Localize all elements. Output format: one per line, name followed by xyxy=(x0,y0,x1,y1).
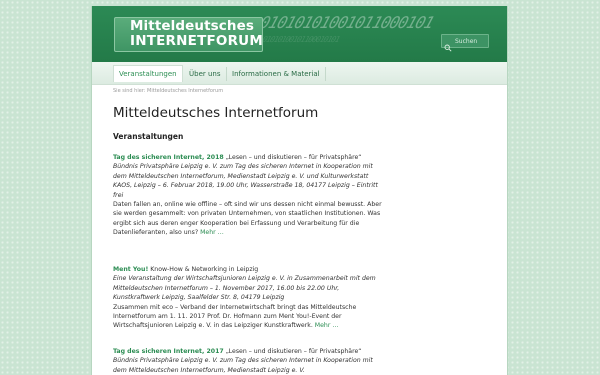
nav-item-informationen[interactable]: Informationen & Material xyxy=(227,67,326,81)
nav-item-ueber-uns[interactable]: Über uns xyxy=(184,67,227,81)
page: 01010101001011000101 0101010100101100010… xyxy=(91,6,508,375)
search-input[interactable]: Suchen xyxy=(441,34,489,52)
main-nav: Veranstaltungen Über uns Informationen &… xyxy=(92,62,507,85)
section-title: Veranstaltungen xyxy=(113,132,184,141)
search-icon xyxy=(444,37,452,52)
post-subtitle: Know-How & Networking in Leipzig xyxy=(148,266,259,273)
read-more-link[interactable]: Mehr … xyxy=(200,229,224,236)
post-meta: Bündnis Privatsphäre Leipzig e. V. zum T… xyxy=(113,357,373,374)
binary-text: 01010101001011000101 xyxy=(257,13,437,32)
post-subtitle: „Lesen – und diskutieren – für Privatsph… xyxy=(223,154,362,161)
post-item: Tag des sicheren Internet, 2018 „Lesen –… xyxy=(113,153,385,238)
logo-line-2: INTERNETFORUM xyxy=(130,33,263,49)
page-title: Mitteldeutsches Internetforum xyxy=(113,105,319,121)
post-item: Tag des sicheren Internet, 2017 „Lesen –… xyxy=(113,347,385,375)
post-meta: Bündnis Privatsphäre Leipzig e. V. zum T… xyxy=(113,163,378,199)
binary-fade: 0101010100101100010101 xyxy=(253,35,341,44)
post-title-link[interactable]: Tag des sicheren Internet, 2018 xyxy=(113,154,224,161)
post-body: Daten fallen an, online wie offline – of… xyxy=(113,201,382,237)
search-placeholder: Suchen xyxy=(455,37,478,45)
post-item: Ment You! Know-How & Networking in Leipz… xyxy=(113,265,385,331)
breadcrumb: Sie sind hier: Mitteldeutsches Internetf… xyxy=(113,88,224,94)
logo-line-1: Mitteldeutsches xyxy=(130,18,254,34)
post-title-link[interactable]: Tag des sicheren Internet, 2017 xyxy=(113,348,224,355)
post-title-link[interactable]: Ment You! xyxy=(113,266,148,273)
site-header: 01010101001011000101 0101010100101100010… xyxy=(92,6,507,62)
read-more-link[interactable]: Mehr … xyxy=(315,322,339,329)
post-subtitle: „Lesen – und diskutieren – für Privatsph… xyxy=(223,348,362,355)
binary-decoration: 01010101001011000101 0101010100101100010… xyxy=(251,13,464,53)
site-logo[interactable]: Mitteldeutsches INTERNETFORUM xyxy=(114,17,263,52)
post-meta: Eine Veranstaltung der Wirtschaftsjunior… xyxy=(113,275,376,302)
nav-item-veranstaltungen[interactable]: Veranstaltungen xyxy=(113,65,183,82)
